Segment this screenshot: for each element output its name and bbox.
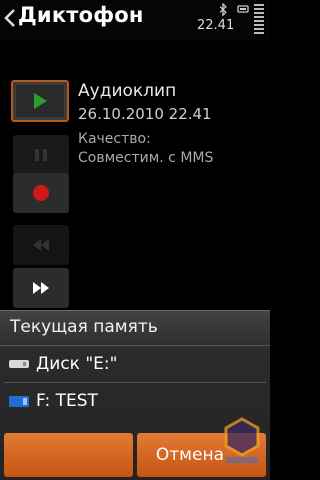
quality-value: Совместим. с MMS <box>78 150 214 166</box>
disk-icon <box>9 360 29 368</box>
option-label: Диск "E:" <box>36 354 118 374</box>
clock: 22.41 <box>197 18 235 33</box>
connection-icon <box>237 5 249 13</box>
watermark-logo <box>224 417 260 463</box>
quality-label: Качество: <box>78 131 151 147</box>
rewind-button[interactable] <box>13 225 69 265</box>
pause-button[interactable] <box>13 135 69 175</box>
option-f-test[interactable]: F: TEST <box>0 383 270 419</box>
rewind-icon <box>33 239 49 251</box>
battery-icon <box>252 4 266 38</box>
status-bar: Диктофон 22.41 <box>0 0 270 40</box>
clip-title: Аудиоклип <box>78 81 177 101</box>
recorder-panel: Аудиоклип 26.10.2010 22.41 Качество: Сов… <box>0 40 270 310</box>
option-label: F: TEST <box>36 391 98 411</box>
record-button[interactable] <box>13 173 69 213</box>
memory-card-icon <box>9 396 29 407</box>
memory-dialog: Текущая память Диск "E:" F: TEST Отмена <box>0 310 270 480</box>
fast-forward-button[interactable] <box>13 268 69 308</box>
play-button[interactable] <box>11 80 69 122</box>
chevron-icon <box>4 9 15 27</box>
softkey-left-button[interactable] <box>4 433 133 477</box>
option-disk-e[interactable]: Диск "E:" <box>0 346 270 382</box>
fast-forward-icon <box>33 282 49 294</box>
play-icon <box>34 93 47 109</box>
dialog-title: Текущая память <box>10 317 158 337</box>
app-title: Диктофон <box>18 3 144 27</box>
clip-info: Аудиоклип 26.10.2010 22.41 Качество: Сов… <box>78 80 263 168</box>
clip-datetime: 26.10.2010 22.41 <box>78 105 212 123</box>
record-icon <box>33 185 49 201</box>
cancel-label: Отмена <box>155 445 224 465</box>
pause-icon <box>35 149 47 161</box>
bluetooth-icon <box>219 3 227 16</box>
